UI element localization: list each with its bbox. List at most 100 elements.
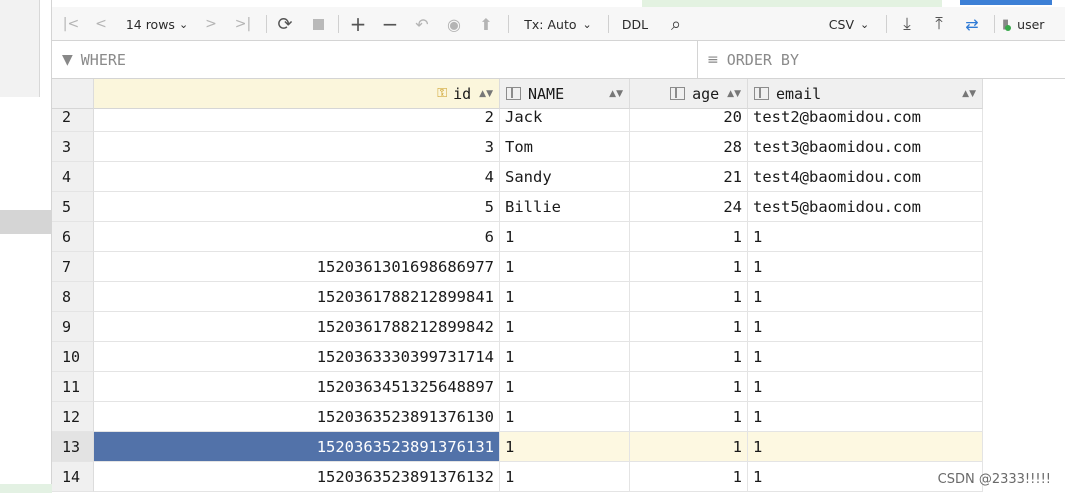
column-header-email[interactable]: email ▲▼ — [748, 79, 983, 109]
ddl-button[interactable]: DDL — [616, 7, 654, 41]
cell-id-selected[interactable]: 1520363523891376131 — [94, 432, 500, 462]
reload-icon[interactable]: ⟳ — [272, 7, 298, 41]
export-format-dropdown[interactable]: CSV ⌄ — [822, 7, 876, 41]
row-number[interactable]: 9 — [52, 312, 94, 342]
where-filter-input[interactable]: ▼ WHERE — [62, 41, 692, 79]
table-row[interactable]: 7 1520361301698686977 1 1 1 — [52, 252, 1065, 282]
sort-icon[interactable]: ▲▼ — [609, 89, 623, 99]
upload-icon[interactable]: ⤒ — [926, 7, 952, 41]
next-page-icon[interactable]: > — [200, 7, 222, 41]
cell-email[interactable]: 1 — [748, 222, 983, 252]
row-number[interactable]: 14 — [52, 462, 94, 492]
cell-email[interactable]: test4@baomidou.com — [748, 162, 983, 192]
column-header-name[interactable]: NAME ▲▼ — [500, 79, 630, 109]
cell-age[interactable]: 20 — [630, 109, 748, 132]
row-number[interactable]: 6 — [52, 222, 94, 252]
order-by-input[interactable]: ≡ ORDER BY — [707, 41, 1062, 79]
cell-age[interactable]: 1 — [630, 282, 748, 312]
cell-age[interactable]: 1 — [630, 462, 748, 492]
cell-age[interactable]: 1 — [630, 402, 748, 432]
row-number[interactable]: 4 — [52, 162, 94, 192]
cell-name[interactable]: 1 — [500, 282, 630, 312]
cell-id[interactable]: 1520361788212899841 — [94, 282, 500, 312]
cell-name[interactable]: 1 — [500, 222, 630, 252]
row-number[interactable]: 8 — [52, 282, 94, 312]
cell-name[interactable]: 1 — [500, 372, 630, 402]
row-number[interactable]: 2 — [52, 109, 94, 132]
row-number[interactable]: 5 — [52, 192, 94, 222]
table-row[interactable]: 8 1520361788212899841 1 1 1 — [52, 282, 1065, 312]
table-row[interactable]: 14 1520363523891376132 1 1 1 — [52, 462, 1065, 492]
cell-id[interactable]: 1520363523891376130 — [94, 402, 500, 432]
cell-name[interactable]: Sandy — [500, 162, 630, 192]
cell-id[interactable]: 1520363330399731714 — [94, 342, 500, 372]
transaction-mode-dropdown[interactable]: Tx: Auto ⌄ — [518, 7, 598, 41]
cell-age[interactable]: 1 — [630, 342, 748, 372]
preview-icon[interactable]: ◉ — [442, 7, 466, 41]
cell-email[interactable]: 1 — [748, 252, 983, 282]
row-number[interactable]: 12 — [52, 402, 94, 432]
table-row[interactable]: 11 1520363451325648897 1 1 1 — [52, 372, 1065, 402]
row-number[interactable]: 13 — [52, 432, 94, 462]
revert-icon[interactable]: ↶ — [410, 7, 434, 41]
table-row[interactable]: 2 2 Jack 20 test2@baomidou.com — [52, 109, 1065, 132]
datasource-selector[interactable]: ▮ user — [1002, 7, 1065, 41]
table-row-current[interactable]: 13 1520363523891376131 1 1 1 — [52, 432, 1065, 462]
cell-name[interactable]: 1 — [500, 252, 630, 282]
cell-email[interactable]: 1 — [748, 402, 983, 432]
cell-name[interactable]: Billie — [500, 192, 630, 222]
search-icon[interactable]: ⌕ — [662, 7, 690, 41]
row-number[interactable]: 11 — [52, 372, 94, 402]
sort-icon[interactable]: ▲▼ — [479, 89, 493, 99]
table-row[interactable]: 9 1520361788212899842 1 1 1 — [52, 312, 1065, 342]
stop-icon[interactable] — [306, 7, 330, 41]
cell-name[interactable]: 1 — [500, 432, 630, 462]
cell-name[interactable]: Jack — [500, 109, 630, 132]
cell-id[interactable]: 4 — [94, 162, 500, 192]
cell-name[interactable]: Tom — [500, 132, 630, 162]
cell-id[interactable]: 1520361301698686977 — [94, 252, 500, 282]
table-row[interactable]: 4 4 Sandy 21 test4@baomidou.com — [52, 162, 1065, 192]
cell-email[interactable]: 1 — [748, 342, 983, 372]
row-number[interactable]: 3 — [52, 132, 94, 162]
table-row[interactable]: 3 3 Tom 28 test3@baomidou.com — [52, 132, 1065, 162]
cell-email[interactable]: 1 — [748, 312, 983, 342]
compare-icon[interactable]: ⇄ — [958, 7, 986, 41]
cell-id[interactable]: 1520361788212899842 — [94, 312, 500, 342]
cell-age[interactable]: 28 — [630, 132, 748, 162]
rows-count-dropdown[interactable]: 14 rows ⌄ — [120, 7, 194, 41]
sort-icon[interactable]: ▲▼ — [962, 89, 976, 99]
cell-age[interactable]: 21 — [630, 162, 748, 192]
cell-age[interactable]: 1 — [630, 432, 748, 462]
cell-id[interactable]: 1520363451325648897 — [94, 372, 500, 402]
cell-name[interactable]: 1 — [500, 462, 630, 492]
cell-email[interactable]: test2@baomidou.com — [748, 109, 983, 132]
cell-age[interactable]: 1 — [630, 312, 748, 342]
cell-age[interactable]: 1 — [630, 222, 748, 252]
cell-email[interactable]: 1 — [748, 432, 983, 462]
sort-icon[interactable]: ▲▼ — [727, 89, 741, 99]
cell-id[interactable]: 1520363523891376132 — [94, 462, 500, 492]
column-header-age[interactable]: age ▲▼ — [630, 79, 748, 109]
cell-id[interactable]: 6 — [94, 222, 500, 252]
submit-icon[interactable]: ⬆ — [474, 7, 498, 41]
cell-age[interactable]: 24 — [630, 192, 748, 222]
cell-age[interactable]: 1 — [630, 252, 748, 282]
row-number[interactable]: 7 — [52, 252, 94, 282]
table-row[interactable]: 10 1520363330399731714 1 1 1 — [52, 342, 1065, 372]
row-number[interactable]: 10 — [52, 342, 94, 372]
cell-name[interactable]: 1 — [500, 342, 630, 372]
cell-email[interactable]: test5@baomidou.com — [748, 192, 983, 222]
table-row[interactable]: 5 5 Billie 24 test5@baomidou.com — [52, 192, 1065, 222]
add-row-icon[interactable]: + — [346, 7, 370, 41]
table-row[interactable]: 6 6 1 1 1 — [52, 222, 1065, 252]
cell-email[interactable]: test3@baomidou.com — [748, 132, 983, 162]
cell-name[interactable]: 1 — [500, 402, 630, 432]
delete-row-icon[interactable]: − — [378, 7, 402, 41]
first-page-icon[interactable]: |< — [60, 7, 82, 41]
cell-name[interactable]: 1 — [500, 312, 630, 342]
download-icon[interactable]: ⤓ — [894, 7, 920, 41]
cell-email[interactable]: 1 — [748, 372, 983, 402]
last-page-icon[interactable]: >| — [230, 7, 256, 41]
prev-page-icon[interactable]: < — [90, 7, 112, 41]
